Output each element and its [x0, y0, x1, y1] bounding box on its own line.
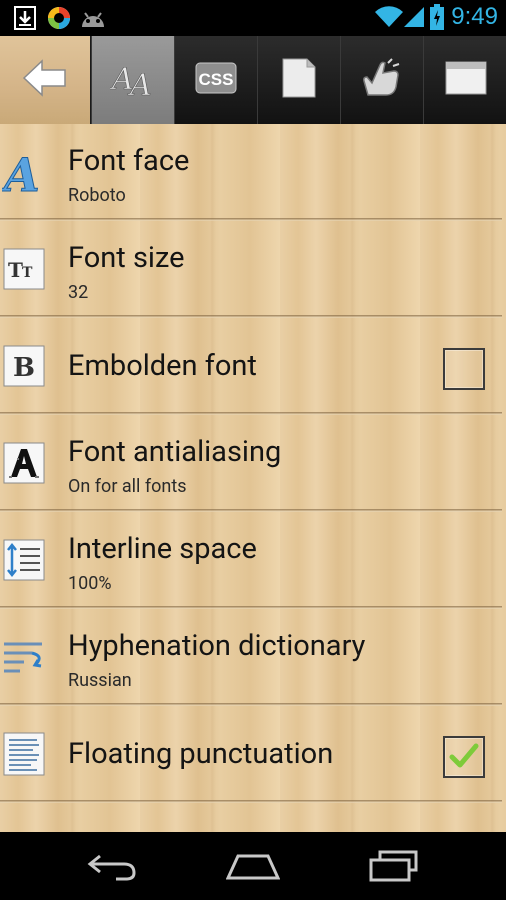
back-button[interactable]: [0, 36, 90, 124]
window-icon: [445, 61, 487, 99]
divider: [0, 800, 502, 803]
setting-value: Russian: [68, 670, 132, 691]
status-bar: 9:49: [0, 0, 506, 36]
font-size-icon: T T: [2, 247, 46, 291]
svg-text:T: T: [8, 258, 23, 282]
recent-apps-icon[interactable]: [368, 850, 420, 886]
signal-icon: [402, 5, 426, 33]
settings-toolbar: A A CSS: [0, 36, 506, 126]
fonts-tab[interactable]: A A: [91, 36, 174, 124]
tap-hand-icon: [360, 57, 404, 103]
setting-title: Font size: [68, 241, 185, 275]
svg-text:B: B: [13, 353, 35, 383]
controls-tab[interactable]: [340, 36, 423, 124]
bold-icon: B: [2, 344, 46, 388]
setting-font-size[interactable]: T T Font size 32: [0, 221, 506, 318]
svg-text:A: A: [127, 68, 152, 99]
setting-value: 100%: [68, 573, 112, 594]
setting-font-face[interactable]: A Font face Roboto: [0, 124, 506, 221]
setting-title: Hyphenation dictionary: [68, 629, 366, 663]
css-icon: CSS: [195, 62, 237, 98]
setting-value: On for all fonts: [68, 476, 187, 497]
embolden-checkbox[interactable]: [443, 348, 485, 390]
battery-charging-icon: [430, 4, 444, 34]
settings-list: A Font face Roboto T T Font size 32 B Em…: [0, 124, 506, 832]
checkmark-icon: [449, 742, 479, 774]
setting-font-antialiasing[interactable]: Font antialiasing On for all fonts: [0, 415, 506, 512]
floating-punctuation-checkbox[interactable]: [443, 736, 485, 778]
navigation-bar: [0, 832, 506, 900]
window-tab[interactable]: [423, 36, 506, 124]
setting-value: 32: [68, 282, 89, 303]
document-text-icon: [2, 732, 46, 776]
svg-text:A: A: [2, 149, 40, 197]
app-notification-icon: [46, 5, 72, 35]
back-nav-icon[interactable]: [86, 852, 138, 886]
setting-embolden-font[interactable]: B Embolden font: [0, 318, 506, 415]
font-aa-icon: A A: [109, 57, 156, 104]
setting-interline-space[interactable]: Interline space 100%: [0, 512, 506, 609]
home-nav-icon[interactable]: [225, 852, 281, 886]
android-icon: [80, 7, 106, 33]
css-tab[interactable]: CSS: [174, 36, 257, 124]
font-face-icon: A: [2, 149, 46, 197]
setting-title: Floating punctuation: [68, 737, 334, 771]
svg-text:T: T: [22, 265, 33, 281]
hyphenation-icon: [2, 635, 46, 679]
setting-floating-punctuation[interactable]: Floating punctuation: [0, 706, 506, 803]
back-arrow-icon: [22, 58, 68, 102]
page-icon: [282, 58, 316, 102]
setting-title: Font face: [68, 144, 190, 178]
setting-title: Interline space: [68, 532, 257, 566]
page-tab[interactable]: [257, 36, 340, 124]
download-icon: [14, 6, 36, 34]
setting-title: Embolden font: [68, 349, 257, 383]
setting-hyphenation-dictionary[interactable]: Hyphenation dictionary Russian: [0, 609, 506, 706]
antialiasing-icon: [2, 441, 46, 485]
wifi-icon: [374, 5, 404, 33]
line-spacing-icon: [2, 538, 46, 582]
setting-value: Roboto: [68, 185, 126, 206]
svg-text:CSS: CSS: [199, 70, 234, 89]
clock: 9:49: [451, 3, 498, 30]
setting-title: Font antialiasing: [68, 435, 282, 469]
